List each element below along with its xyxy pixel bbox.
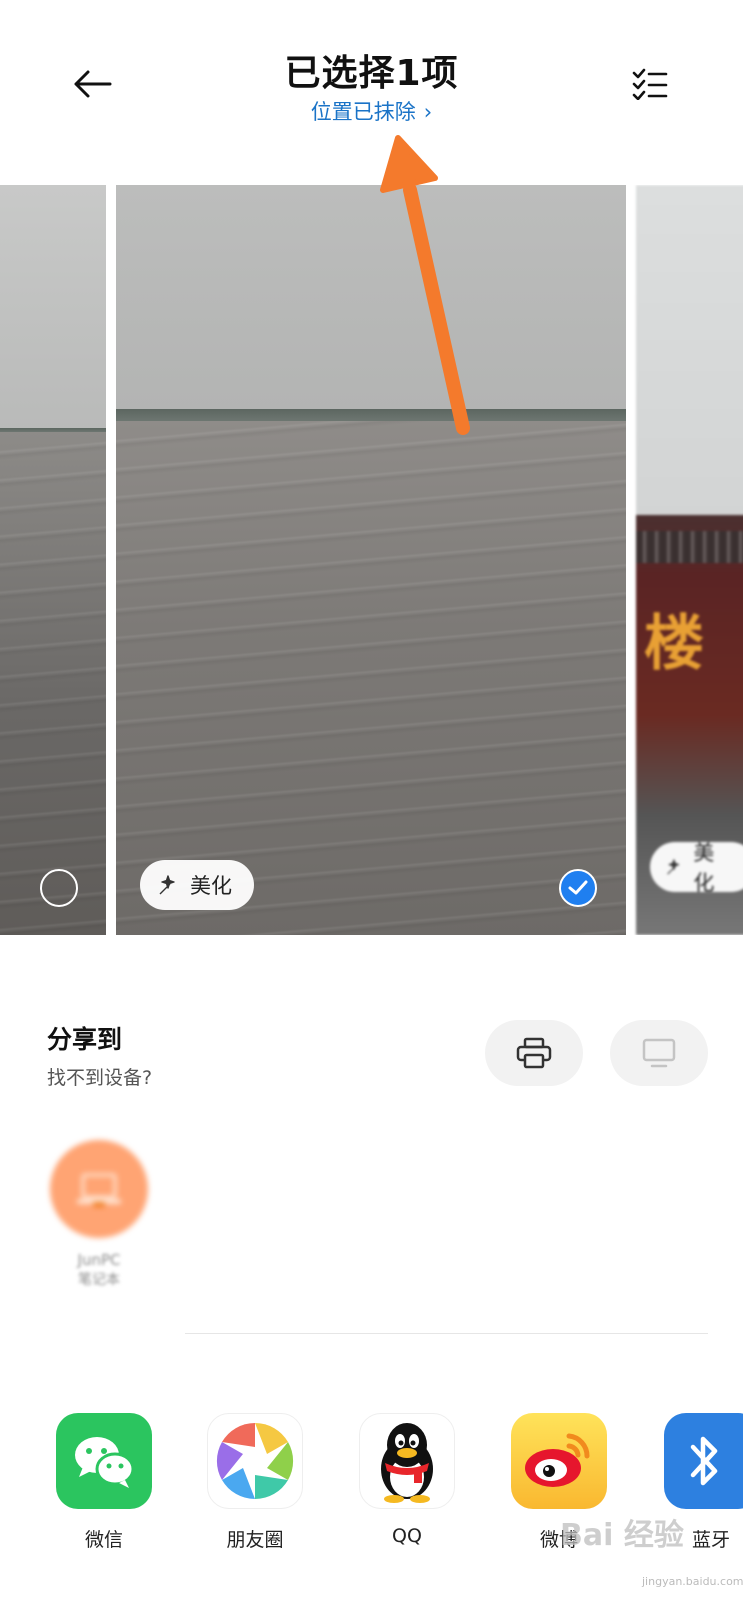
chevron-right-icon: › [423,100,433,124]
photo-waves [0,432,106,935]
photo-shoreline [116,409,626,421]
photo-thumbnail-next[interactable]: 楼 美化 [636,185,743,935]
weibo-icon [511,1413,607,1509]
photo-building-sign: 楼 [644,609,704,679]
moments-aperture-icon [207,1413,303,1509]
photo-thumbnail-selected[interactable]: 美化 [116,185,626,935]
print-button[interactable] [485,1020,583,1086]
checkmark-icon [568,880,588,895]
share-app-qq[interactable]: QQ [359,1413,455,1547]
device-avatar [50,1140,148,1238]
photo-waves [116,421,626,935]
magic-wand-icon [159,875,175,895]
photo-carousel[interactable]: 美化 楼 美化 [0,185,743,935]
beautify-label: 美化 [693,841,715,895]
beautify-button-next[interactable]: 美化 [650,841,743,895]
magic-wand-icon [667,859,680,875]
multi-select-button[interactable] [628,62,672,106]
share-app-moments[interactable]: 朋友圈 [207,1413,303,1552]
device-name: JunPC [77,1251,121,1269]
checklist-icon [632,68,668,100]
beautify-label: 美化 [190,874,232,898]
watermark-logo: Bai 经验 [560,1518,684,1553]
app-label: 朋友圈 [226,1529,284,1551]
qq-penguin-icon [359,1413,455,1509]
app-label: QQ [392,1525,422,1547]
select-checkbox-checked[interactable] [559,869,597,907]
top-bar: 已选择1项 位置已抹除 › [0,0,743,180]
wechat-icon [56,1413,152,1509]
location-removed-label: 位置已抹除 [310,100,416,124]
laptop-icon [77,1173,121,1207]
cannot-find-device-link[interactable]: 找不到设备? [47,1063,152,1090]
share-heading: 分享到 [47,1025,123,1054]
section-divider [185,1333,708,1334]
select-checkbox-unchecked[interactable] [40,869,78,907]
photo-sky [0,185,106,430]
photo-sky [116,185,626,411]
beautify-button[interactable]: 美化 [140,860,254,910]
photo-sky [636,185,743,525]
device-type: 笔记本 [78,1272,120,1288]
monitor-icon [642,1038,676,1068]
share-app-wechat[interactable]: 微信 [56,1413,152,1552]
photo-building-roof [636,531,743,563]
photo-thumbnail-previous[interactable] [0,185,106,935]
cast-screen-button[interactable] [610,1020,708,1086]
app-label: 微信 [84,1529,123,1551]
bluetooth-icon [664,1413,743,1509]
nearby-device[interactable]: JunPC 笔记本 [50,1140,148,1290]
printer-icon [516,1037,552,1069]
watermark-url: jingyan.baidu.com [642,1575,743,1588]
